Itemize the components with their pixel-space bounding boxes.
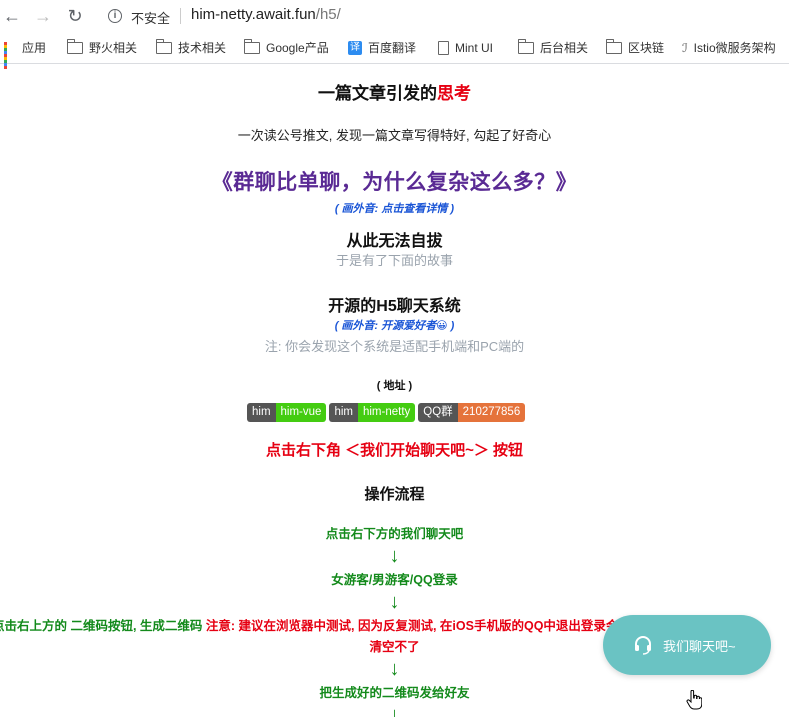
step-1: 点击右下方的我们聊天吧 [325,527,464,541]
cta-text: 点击右下角 ＜我们开始聊天吧~＞ 按钮 [265,442,524,459]
bookmark-istio[interactable]: ℐ Istio微服务架构 [682,39,776,57]
bookmark-label: 野火相关 [89,41,138,55]
aside-fans: ( 画外音: 开源爱好者😀 ) [334,320,455,332]
badge-left: him [247,403,276,422]
step-2: 女游客/男游客/QQ登录 [331,573,458,587]
badge-right: him-vue [275,403,327,422]
story-text: 于是有了下面的故事 [335,253,453,268]
bookmark-label: Mint UI [455,41,494,55]
page-title-prefix: 一篇文章引发的 [318,84,437,103]
badge-him-netty[interactable]: him him-netty [329,403,416,422]
step-3-text: 点击右上方的 二维码按钮, 生成二维码 [0,619,206,633]
apps-grid-icon [4,41,16,69]
bookmark-label: 后台相关 [540,41,589,55]
folder-icon [156,38,172,54]
down-arrow-icon: ↓ [389,704,400,717]
page-title: 一篇文章引发的思考 [0,79,789,104]
badge-right: 210277856 [457,403,526,422]
bookmark-blockchain[interactable]: 区块链 [606,38,665,57]
article-title-link[interactable]: 《群聊比单聊，为什么复杂这么多？》 [0,166,789,196]
address-divider [180,8,181,24]
bookmark-label: 技术相关 [178,41,227,55]
istio-icon: ℐ [682,40,688,55]
system-title: 开源的H5聊天系统 [328,298,461,315]
folder-icon [67,38,83,54]
document-icon [438,40,449,55]
bookmark-apps[interactable]: 应用 [4,39,47,69]
badge-right: him-netty [357,403,416,422]
bookmark-tech[interactable]: 技术相关 [156,38,227,57]
bookmark-baidu-translate[interactable]: 译百度翻译 [348,39,416,57]
badge-qq-group[interactable]: QQ群 210277856 [418,403,526,422]
info-icon[interactable]: i [108,9,122,23]
bookmark-yehuo[interactable]: 野火相关 [67,38,138,57]
step-3-warning-cont-text: 清空不了 [369,640,420,654]
note-text: 注: 你会发现这个系统是适配手机端和PC端的 [264,339,525,354]
url-host: him-netty.await.fun [191,6,316,23]
badge-left: QQ群 [418,403,458,422]
headset-icon [635,636,651,655]
folder-icon [606,38,622,54]
aside-details-link[interactable]: ( 画外音: 点击查看详情 ) [0,200,789,216]
badge-row: him him-vue him him-netty QQ群 210277856 [247,403,528,423]
intro-text: 一次读公号推文, 发现一篇文章写得特好, 勾起了好奇心 [237,128,552,143]
reload-icon[interactable]: ↻ [65,6,85,26]
page-title-highlight: 思考 [437,84,471,103]
url-path: /h5/ [315,6,341,23]
bookmark-label: Google产品 [266,41,329,55]
down-arrow-icon: ↓ [389,545,400,567]
address-bar[interactable]: him-netty.await.fun/h5/ [191,6,341,23]
bookmark-label: Istio微服务架构 [693,41,776,55]
down-arrow-icon: ↓ [389,591,400,613]
chat-button[interactable]: 我们聊天吧~ [603,615,771,675]
bookmark-google[interactable]: Google产品 [244,38,329,57]
forward-arrow-icon[interactable]: → [33,6,53,26]
browser-toolbar: ← → ↻ i 不安全 him-netty.await.fun/h5/ [0,0,789,33]
bookmark-label: 百度翻译 [368,41,417,55]
folder-icon [518,38,534,54]
step-4: 把生成好的二维码发给好友 [319,686,470,700]
hooked-heading: 从此无法自拔 [346,233,443,250]
folder-icon [244,38,260,54]
hand-cursor-icon [686,690,702,710]
bookmarks-bar: 应用 野火相关 技术相关 Google产品 译百度翻译 Mint UI 后台相关… [0,33,789,69]
badge-him-vue[interactable]: him him-vue [247,403,327,422]
bookmark-label: 应用 [22,41,47,55]
security-label[interactable]: 不安全 [131,8,170,27]
translate-icon: 译 [348,40,362,55]
bookmark-mint-ui[interactable]: Mint UI [438,39,493,57]
address-label: ( 地址 ) [376,380,413,392]
flow-title: 操作流程 [364,486,425,503]
badge-left: him [329,403,358,422]
back-arrow-icon[interactable]: ← [2,6,22,26]
bookmark-label: 区块链 [628,41,665,55]
bookmark-backend[interactable]: 后台相关 [518,38,589,57]
chat-button-label: 我们聊天吧~ [663,639,736,654]
